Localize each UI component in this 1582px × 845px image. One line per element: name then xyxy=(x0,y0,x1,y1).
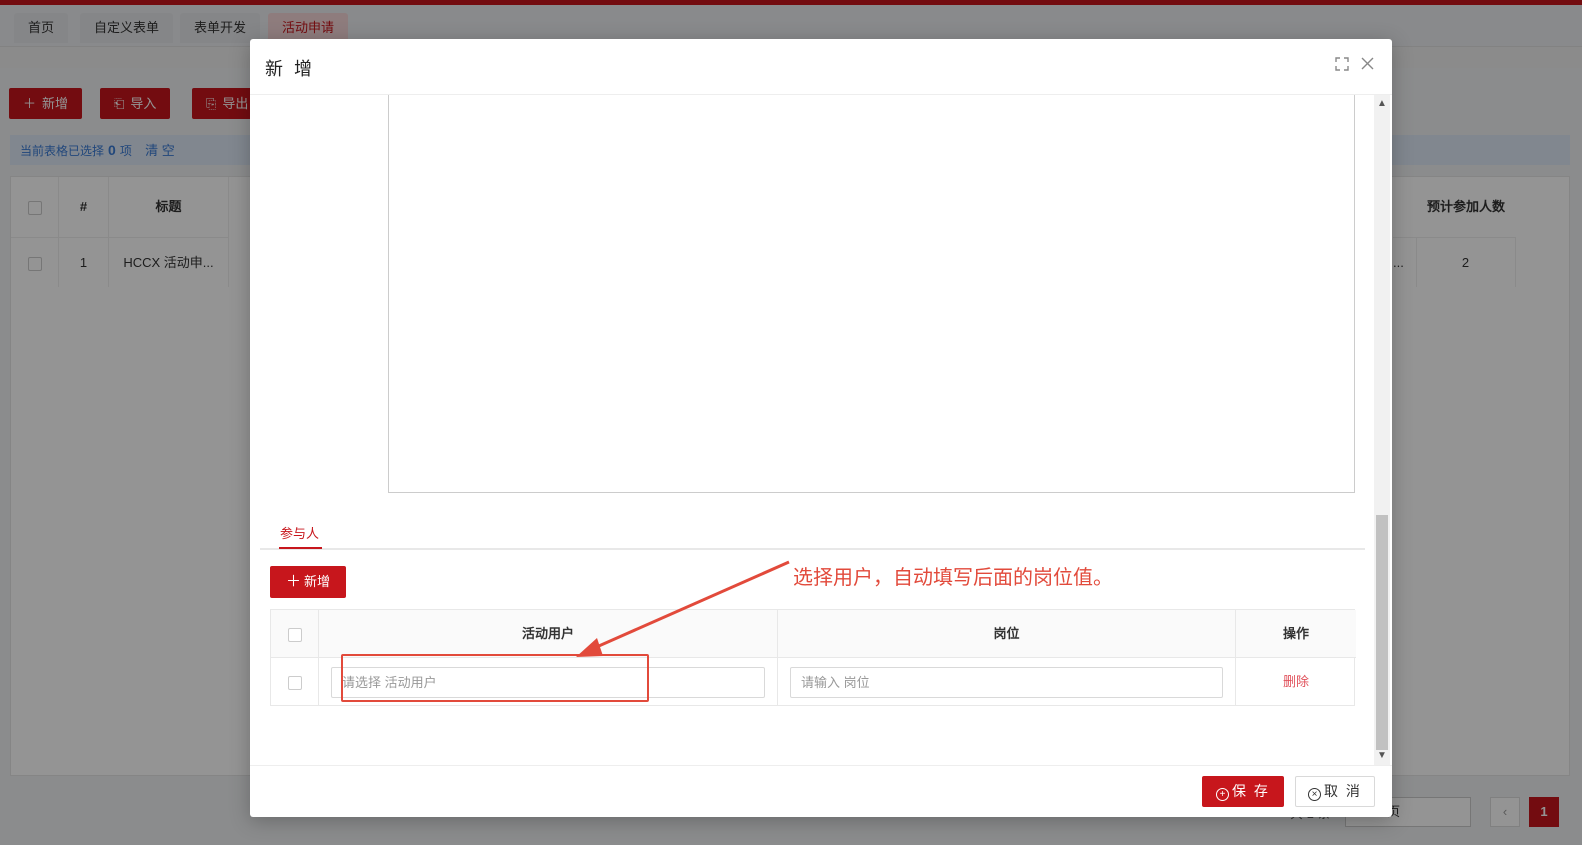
position-input[interactable] xyxy=(790,667,1223,698)
col-actions: 操作 xyxy=(1236,610,1356,658)
row-checkbox-cell[interactable] xyxy=(271,658,319,706)
subtab-divider xyxy=(260,548,1365,550)
modal-header: 新 增 xyxy=(250,39,1392,95)
rich-text-editor[interactable] xyxy=(388,95,1355,493)
col-position: 岗位 xyxy=(778,610,1236,658)
annotation-highlight-box xyxy=(341,654,649,702)
plus-icon: ＋ xyxy=(285,573,301,590)
active-tab-indicator xyxy=(279,547,322,549)
scroll-up-icon[interactable]: ▲ xyxy=(1374,97,1390,111)
row-checkbox[interactable] xyxy=(287,675,302,690)
scroll-down-icon[interactable]: ▼ xyxy=(1374,749,1390,763)
delete-row-link[interactable]: 删除 xyxy=(1236,658,1356,706)
modal-footer: + 保 存 × 取 消 xyxy=(250,765,1392,817)
cancel-button[interactable]: × 取 消 xyxy=(1295,776,1375,807)
modal-scrollbar[interactable]: ▲ ▼ xyxy=(1374,95,1390,765)
position-cell xyxy=(778,658,1236,706)
modal-title: 新 增 xyxy=(265,59,316,79)
scrollbar-thumb[interactable] xyxy=(1376,515,1388,750)
annotation-text: 选择用户，自动填写后面的岗位值。 xyxy=(793,567,1113,589)
tab-participants[interactable]: 参与人 xyxy=(280,523,319,542)
close-circle-icon: × xyxy=(1308,788,1322,801)
fullscreen-icon[interactable] xyxy=(1333,57,1351,75)
select-all-checkbox[interactable] xyxy=(287,627,302,642)
select-all-checkbox-cell[interactable] xyxy=(271,610,319,658)
save-button[interactable]: + 保 存 xyxy=(1202,776,1284,807)
close-icon[interactable] xyxy=(1358,57,1376,75)
add-participant-button[interactable]: ＋新增 xyxy=(270,566,346,598)
plus-circle-icon: + xyxy=(1216,788,1230,801)
col-activity-user: 活动用户 xyxy=(319,610,778,658)
